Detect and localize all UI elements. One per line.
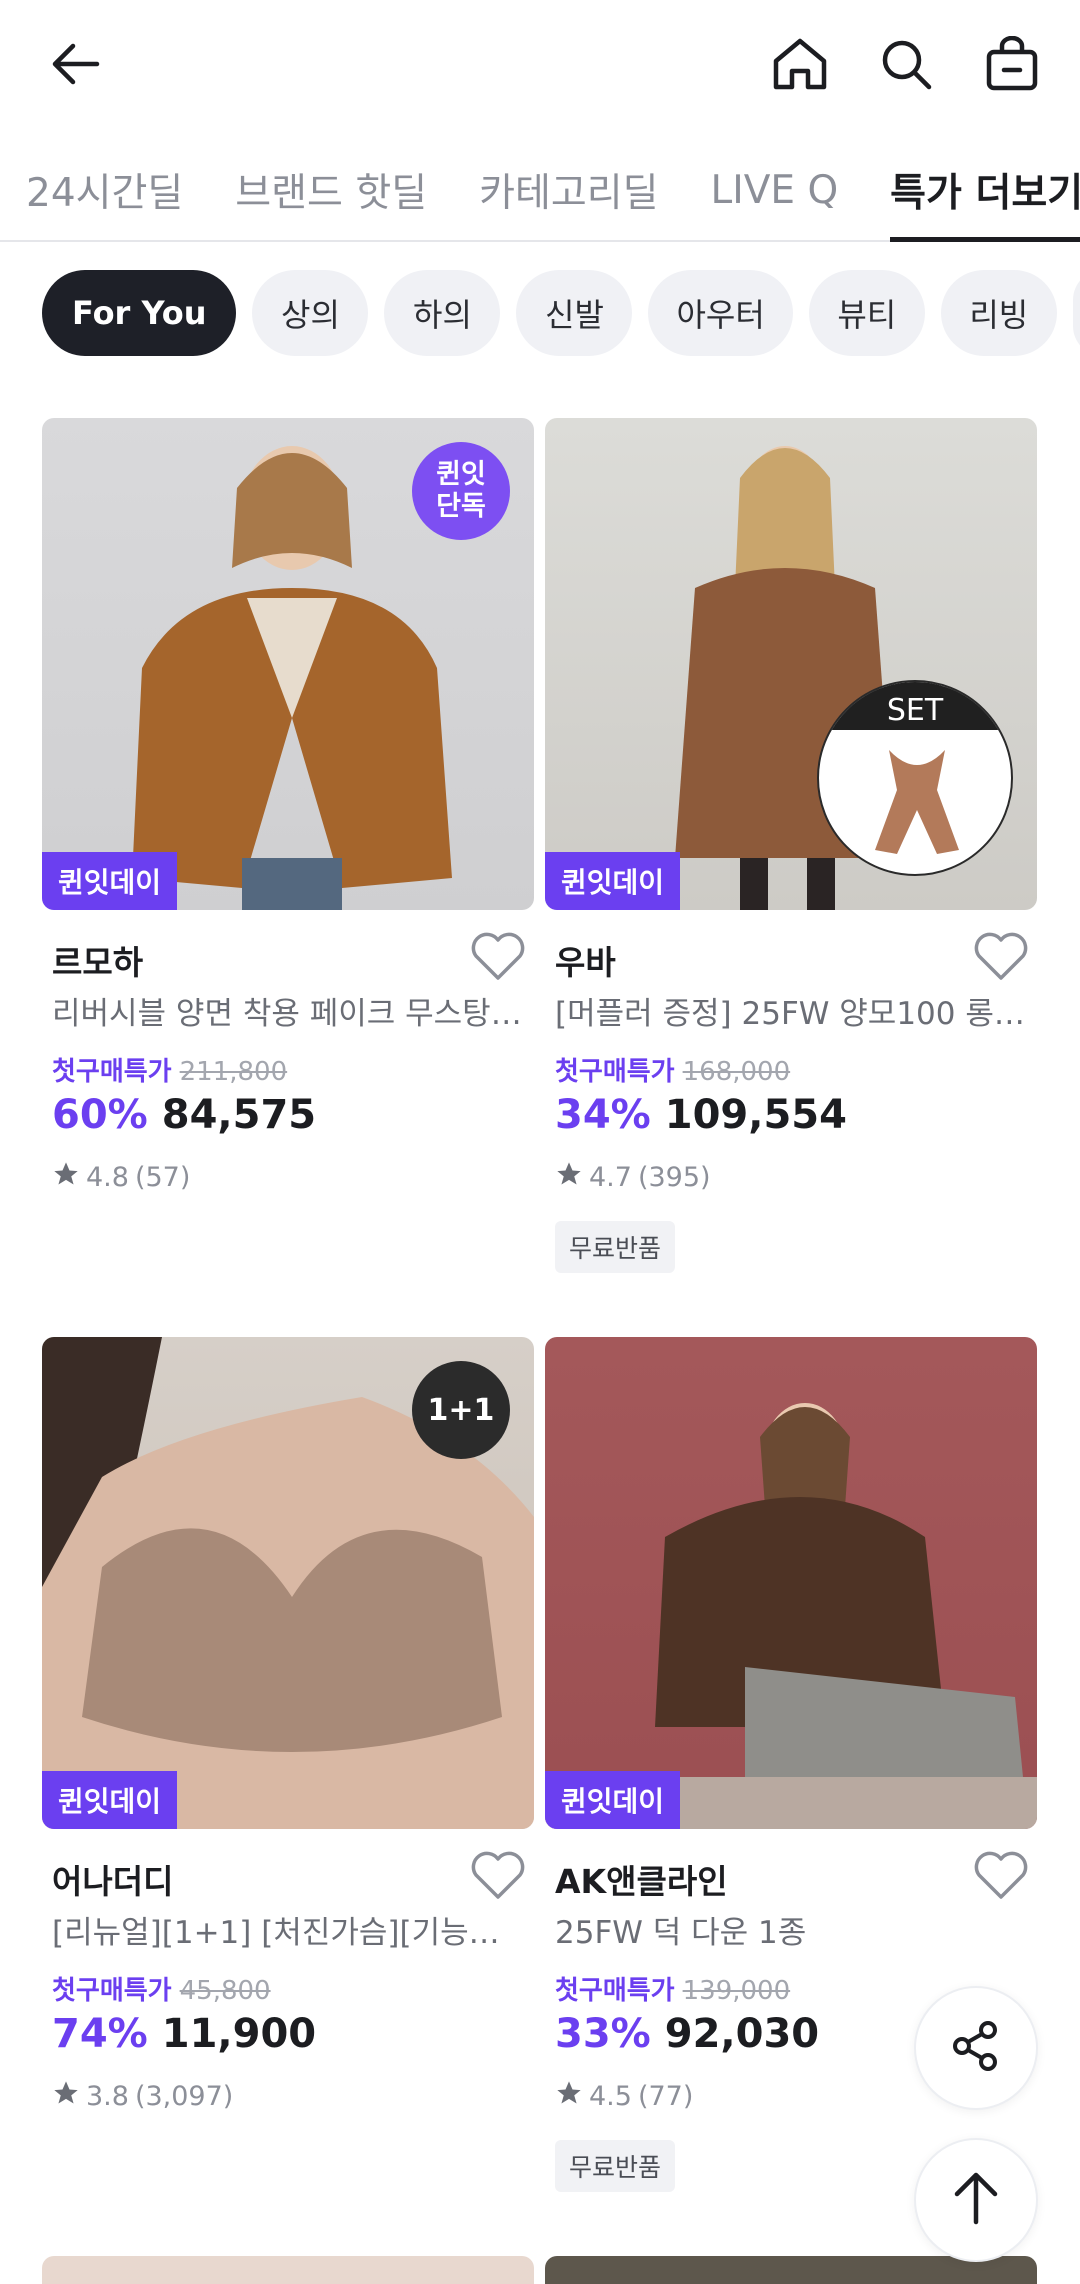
rating-score: 4.5 <box>589 2081 632 2112</box>
down-jacket-illustration <box>545 1403 1037 1829</box>
category-chips: For You 상의 하의 신발 아우터 뷰티 리빙 <box>42 270 1080 356</box>
original-price: 168,000 <box>682 1057 791 1087</box>
brand-name: AK앤클라인 <box>555 1862 728 1901</box>
original-price: 139,000 <box>682 1976 791 2006</box>
review-count: (77) <box>637 2081 694 2112</box>
product-card[interactable]: SET 퀸잇데이 우바 [머플러 증정] 25FW 양모100 롱 코트 첫구매… <box>545 418 1037 1273</box>
discount-rate: 33% <box>555 2011 651 2057</box>
shopping-bag-icon[interactable] <box>974 30 1050 98</box>
review-count: (395) <box>637 1162 711 1193</box>
set-badge: SET <box>817 680 1013 876</box>
top-bar <box>0 0 1080 130</box>
chip-beauty[interactable]: 뷰티 <box>808 270 925 356</box>
discount-rate: 34% <box>555 1092 651 1138</box>
brand-name: 르모하 <box>52 943 144 982</box>
product-title: 25FW 덕 다운 1종 <box>555 1915 807 1951</box>
scroll-top-button[interactable] <box>914 2138 1038 2262</box>
queenit-day-tag: 퀸잇데이 <box>42 852 178 910</box>
product-card[interactable]: 1+1 퀸잇데이 어나더디 [리뉴얼][1+1] [처진가슴][기능성 브라 첫… <box>42 1337 534 2114</box>
product-image[interactable]: 1+1 퀸잇데이 <box>42 1337 534 1829</box>
tab-brand-hotdeal[interactable]: 브랜드 핫딜 <box>209 140 453 240</box>
share-icon <box>948 2018 1004 2078</box>
heart-icon[interactable] <box>470 1849 526 1901</box>
heart-icon[interactable] <box>470 930 526 982</box>
deal-tabs: 24시간딜 브랜드 핫딜 카테고리딜 LIVE Q 특가 더보기 <box>0 140 1080 242</box>
sale-price: 84,575 <box>161 1092 317 1138</box>
price-label: 첫구매특가 <box>52 1976 172 2006</box>
brand-name: 우바 <box>555 943 616 982</box>
heart-icon[interactable] <box>973 930 1029 982</box>
rating: 4.7 (395) <box>545 1160 1037 1195</box>
arrow-up-icon <box>951 2170 1001 2230</box>
exclusive-badge: 퀸잇 단독 <box>412 442 510 540</box>
chip-for-you[interactable]: For You <box>42 270 237 356</box>
top-actions <box>762 30 1050 98</box>
queenit-day-tag: 퀸잇데이 <box>545 852 681 910</box>
one-plus-one-badge: 1+1 <box>412 1361 510 1459</box>
sale-price: 11,900 <box>161 2011 317 2057</box>
product-image[interactable]: SET 퀸잇데이 <box>545 418 1037 910</box>
discount-rate: 74% <box>52 2011 148 2057</box>
next-product-image[interactable] <box>42 2256 534 2284</box>
sale-price: 92,030 <box>664 2011 820 2057</box>
review-count: (57) <box>134 1162 191 1193</box>
rating: 3.8 (3,097) <box>42 2079 534 2114</box>
share-button[interactable] <box>914 1986 1038 2110</box>
chip-bottoms[interactable]: 하의 <box>384 270 501 356</box>
tab-live-q[interactable]: LIVE Q <box>685 140 865 240</box>
review-count: (3,097) <box>134 2081 234 2112</box>
tab-more-specials[interactable]: 특가 더보기 <box>864 140 1080 242</box>
product-image[interactable]: 퀸잇 단독 퀸잇데이 <box>42 418 534 910</box>
original-price: 45,800 <box>179 1976 271 2006</box>
free-return-badge: 무료반품 <box>555 2140 676 2192</box>
sale-price: 109,554 <box>664 1092 847 1138</box>
rating: 4.8 (57) <box>42 1160 534 1195</box>
rating-score: 4.8 <box>86 1162 129 1193</box>
star-icon <box>52 1160 80 1195</box>
brand-name: 어나더디 <box>52 1862 174 1901</box>
discount-rate: 60% <box>52 1092 148 1138</box>
queenit-day-tag: 퀸잇데이 <box>42 1771 178 1829</box>
original-price: 211,800 <box>179 1057 288 1087</box>
tab-24h-deal[interactable]: 24시간딜 <box>0 140 209 240</box>
price-label: 첫구매특가 <box>555 1976 675 2006</box>
price-label: 첫구매특가 <box>52 1057 172 1087</box>
star-icon <box>52 2079 80 2114</box>
chip-living[interactable]: 리빙 <box>940 270 1057 356</box>
home-icon[interactable] <box>762 30 838 98</box>
search-icon[interactable] <box>868 30 944 98</box>
chip-outer[interactable]: 아우터 <box>648 270 793 356</box>
product-image[interactable]: 퀸잇데이 <box>545 1337 1037 1829</box>
queenit-day-tag: 퀸잇데이 <box>545 1771 681 1829</box>
chip-tops[interactable]: 상의 <box>252 270 369 356</box>
rating-score: 4.7 <box>589 1162 632 1193</box>
free-return-badge: 무료반품 <box>555 1221 676 1273</box>
chip-shoes[interactable]: 신발 <box>516 270 633 356</box>
star-icon <box>555 1160 583 1195</box>
rating-score: 3.8 <box>86 2081 129 2112</box>
tab-category-deal[interactable]: 카테고리딜 <box>453 140 684 240</box>
product-title: [리뉴얼][1+1] [처진가슴][기능성 브라 <box>52 1915 524 1951</box>
product-card[interactable]: 퀸잇 단독 퀸잇데이 르모하 리버시블 양면 착용 페이크 무스탕 자켓 첫구매… <box>42 418 534 1195</box>
product-title: [머플러 증정] 25FW 양모100 롱 코트 <box>555 996 1027 1032</box>
product-title: 리버시블 양면 착용 페이크 무스탕 자켓 <box>52 996 524 1032</box>
price-label: 첫구매특가 <box>555 1057 675 1087</box>
star-icon <box>555 2079 583 2114</box>
chip-more[interactable] <box>1072 270 1080 356</box>
heart-icon[interactable] <box>973 1849 1029 1901</box>
back-arrow-icon[interactable] <box>40 32 110 96</box>
